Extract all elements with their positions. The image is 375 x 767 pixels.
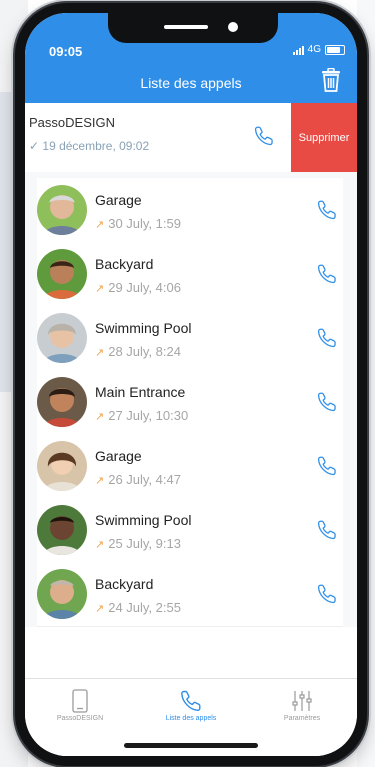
sliders-icon: [292, 691, 312, 711]
phone-icon[interactable]: [316, 583, 338, 605]
outgoing-arrow-icon: ↗: [95, 475, 105, 487]
call-date-text: 27 July, 10:30: [108, 408, 189, 423]
call-name: Garage: [95, 448, 142, 464]
call-list-item[interactable]: Garage ↗ 26 July, 4:47: [37, 434, 343, 499]
outgoing-arrow-icon: ↗: [95, 603, 105, 615]
tab-call-list[interactable]: Liste des appels: [136, 689, 246, 722]
tab-label: Paramètres: [283, 715, 321, 722]
call-date: ✓ 19 décembre, 09:02: [29, 139, 149, 153]
speaker: [164, 25, 208, 29]
call-date-text: 28 July, 8:24: [108, 344, 181, 359]
camera: [228, 22, 238, 32]
outgoing-arrow-icon: ↗: [95, 539, 105, 551]
call-name: Backyard: [95, 256, 154, 272]
page-title: Liste des appels: [140, 75, 242, 91]
tab-label: Liste des appels: [165, 715, 217, 722]
phone-icon[interactable]: [316, 455, 338, 477]
phone-icon[interactable]: [316, 519, 338, 541]
outgoing-arrow-icon: ↗: [95, 347, 105, 359]
avatar: [37, 569, 87, 619]
delete-button[interactable]: Supprimer: [291, 103, 357, 172]
call-date: ↗ 25 July, 9:13: [95, 536, 181, 551]
call-date: ↗ 28 July, 8:24: [95, 344, 181, 359]
call-date: ↗ 27 July, 10:30: [95, 408, 188, 423]
network-label: 4G: [307, 44, 321, 55]
call-date-text: 19 décembre, 09:02: [42, 139, 150, 153]
avatar: [37, 441, 87, 491]
call-date: ↗ 29 July, 4:06: [95, 280, 181, 295]
call-date-text: 25 July, 9:13: [108, 536, 181, 551]
call-date-text: 24 July, 2:55: [108, 600, 181, 615]
call-date: ↗ 30 July, 1:59: [95, 216, 181, 231]
home-indicator[interactable]: [124, 743, 258, 748]
outgoing-arrow-icon: ↗: [95, 283, 105, 295]
avatar: [37, 505, 87, 555]
call-name: Swimming Pool: [95, 320, 192, 336]
phone-icon[interactable]: [316, 391, 338, 413]
call-date: ↗ 26 July, 4:47: [95, 472, 181, 487]
call-name: Garage: [95, 192, 142, 208]
call-list-item[interactable]: Backyard ↗ 29 July, 4:06: [37, 242, 343, 307]
status-indicators: 4G: [292, 44, 345, 55]
device-icon: [72, 689, 88, 713]
outgoing-arrow-icon: ↗: [95, 411, 105, 423]
trash-icon[interactable]: [320, 68, 342, 92]
avatar: [37, 313, 87, 363]
phone-icon[interactable]: [253, 125, 275, 147]
call-date-text: 30 July, 1:59: [108, 216, 181, 231]
call-name: Swimming Pool: [95, 512, 192, 528]
phone-screen: 09:05 4G Liste des appels PassoDESIGN ✓ …: [25, 13, 357, 756]
incoming-check-icon: ✓: [29, 139, 40, 153]
call-list-item[interactable]: Swimming Pool ↗ 28 July, 8:24: [37, 306, 343, 371]
avatar: [37, 185, 87, 235]
tab-label: PassoDESIGN: [56, 715, 104, 722]
outgoing-arrow-icon: ↗: [95, 219, 105, 231]
call-list-item[interactable]: Swimming Pool ↗ 25 July, 9:13: [37, 498, 343, 563]
call-date: ↗ 24 July, 2:55: [95, 600, 181, 615]
call-list-item[interactable]: Garage ↗ 30 July, 1:59: [37, 178, 343, 243]
signal-icon: [292, 45, 304, 55]
phone-icon: [181, 690, 201, 712]
avatar: [37, 249, 87, 299]
call-date-text: 26 July, 4:47: [108, 472, 181, 487]
swiped-call-row[interactable]: PassoDESIGN ✓ 19 décembre, 09:02 Supprim…: [25, 103, 357, 173]
tab-device[interactable]: PassoDESIGN: [25, 689, 135, 722]
phone-icon[interactable]: [316, 199, 338, 221]
call-date-text: 29 July, 4:06: [108, 280, 181, 295]
avatar: [37, 377, 87, 427]
battery-icon: [325, 44, 345, 55]
call-list-item[interactable]: Backyard ↗ 24 July, 2:55: [37, 562, 343, 627]
call-name: Backyard: [95, 576, 154, 592]
phone-icon[interactable]: [316, 263, 338, 285]
call-name: PassoDESIGN: [29, 115, 115, 130]
call-name: Main Entrance: [95, 384, 186, 400]
call-list: Garage ↗ 30 July, 1:59 Backyard ↗ 29 July,…: [25, 172, 357, 627]
tab-settings[interactable]: Paramètres: [247, 689, 357, 722]
status-time: 09:05: [49, 44, 83, 59]
phone-icon[interactable]: [316, 327, 338, 349]
notch: [108, 13, 278, 43]
phone-frame: 09:05 4G Liste des appels PassoDESIGN ✓ …: [15, 3, 367, 766]
call-list-item[interactable]: Main Entrance ↗ 27 July, 10:30: [37, 370, 343, 435]
